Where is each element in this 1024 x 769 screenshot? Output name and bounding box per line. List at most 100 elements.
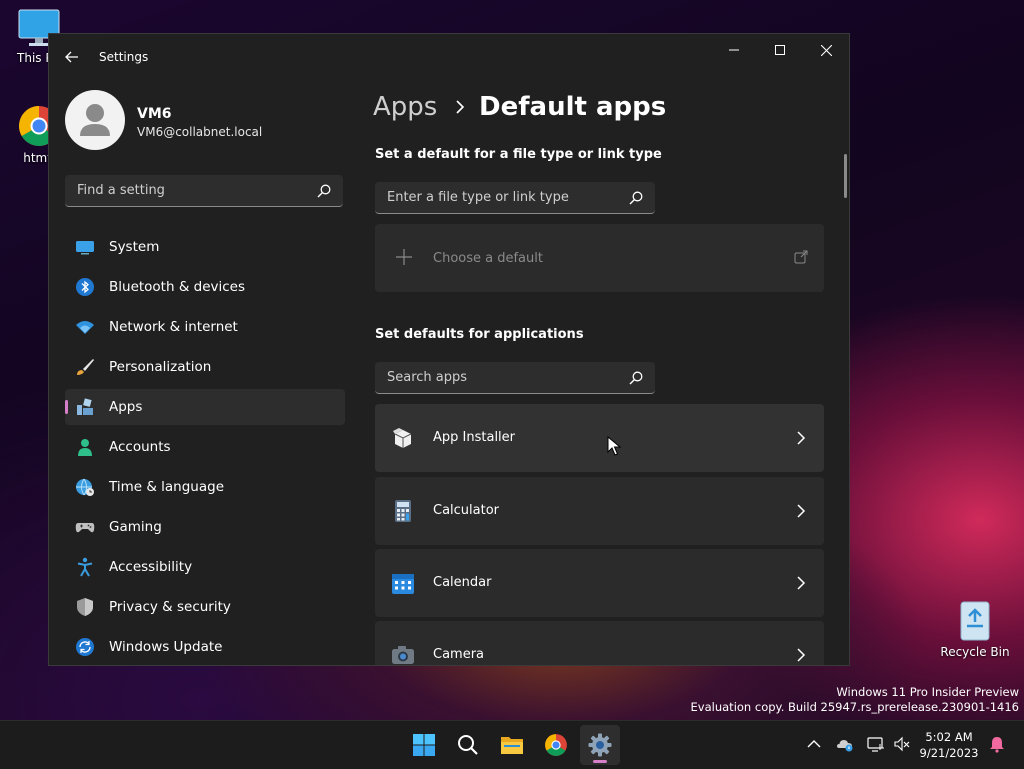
clock-date: 9/21/2023 xyxy=(919,746,979,760)
search-icon xyxy=(629,371,643,385)
minimize-icon xyxy=(729,49,739,51)
chevron-up-icon[interactable] xyxy=(805,735,823,753)
chevron-right-icon xyxy=(797,504,806,518)
close-button[interactable] xyxy=(803,34,849,66)
maximize-button[interactable] xyxy=(757,34,803,66)
network-icon[interactable] xyxy=(867,735,885,753)
search-input[interactable] xyxy=(75,182,309,199)
find-setting-box[interactable] xyxy=(65,175,343,207)
apps-section-heading: Set defaults for applications xyxy=(375,327,584,342)
search-icon xyxy=(317,184,331,198)
calendar-icon xyxy=(392,574,414,594)
sidebar-item-label: Bluetooth & devices xyxy=(109,279,246,295)
recycle-bin-icon xyxy=(960,601,990,641)
app-row-calculator[interactable]: Calculator xyxy=(375,477,824,545)
breadcrumb-parent[interactable]: Apps xyxy=(373,92,437,122)
sidebar-item-label: Network & internet xyxy=(109,319,238,335)
sidebar-item-label: Apps xyxy=(109,399,143,415)
desktop-icon-label: Recycle Bin xyxy=(940,645,1010,659)
content-scrollbar[interactable] xyxy=(844,154,847,198)
chevron-right-icon xyxy=(797,576,806,590)
profile-email: VM6@collabnet.local xyxy=(137,125,263,139)
sidebar-item-personalization[interactable]: Personalization xyxy=(65,349,345,385)
mouse-cursor-icon xyxy=(607,436,621,456)
app-row-calendar[interactable]: Calendar xyxy=(375,549,824,617)
sidebar-item-label: Accounts xyxy=(109,439,171,455)
sidebar-item-label: Time & language xyxy=(109,479,225,495)
back-button[interactable] xyxy=(59,44,85,70)
sidebar-item-label: System xyxy=(109,239,160,255)
calculator-icon xyxy=(395,500,411,522)
app-row-app-installer[interactable]: App Installer xyxy=(375,404,824,472)
app-name: Calendar xyxy=(433,575,492,590)
gear-icon xyxy=(588,733,612,757)
chrome-taskbar-button[interactable] xyxy=(536,725,576,765)
sidebar-item-label: Gaming xyxy=(109,519,162,535)
notification-bell-icon[interactable] xyxy=(988,735,1006,753)
search-icon xyxy=(458,735,478,755)
arrow-left-icon xyxy=(65,51,78,63)
watermark-line: Evaluation copy. Build 25947.rs_prerelea… xyxy=(690,700,1019,714)
plus-icon xyxy=(396,249,412,265)
globe-clock-icon xyxy=(76,478,94,496)
apps-icon xyxy=(77,398,93,415)
windows-logo-icon xyxy=(413,734,435,756)
evaluation-watermark: Windows 11 Pro Insider Preview Evaluatio… xyxy=(691,685,1019,715)
settings-window: Settings VM6 VM6@collabnet.local System xyxy=(48,33,850,666)
sidebar-item-accounts[interactable]: Accounts xyxy=(65,429,345,465)
open-external-icon xyxy=(794,250,808,264)
app-row-camera[interactable]: Camera xyxy=(375,621,824,665)
sidebar-item-gaming[interactable]: Gaming xyxy=(65,509,345,545)
chevron-right-icon xyxy=(797,648,806,662)
sidebar-item-privacy[interactable]: Privacy & security xyxy=(65,589,345,625)
profile-name: VM6 xyxy=(137,106,172,122)
app-name: App Installer xyxy=(433,430,516,445)
bluetooth-icon xyxy=(76,278,94,296)
sidebar-item-label: Accessibility xyxy=(109,559,193,575)
sidebar-item-time-language[interactable]: Time & language xyxy=(65,469,345,505)
sidebar-item-bluetooth[interactable]: Bluetooth & devices xyxy=(65,269,345,305)
onedrive-icon[interactable] xyxy=(836,735,854,753)
taskbar-search-button[interactable] xyxy=(448,725,488,765)
sidebar-item-windows-update[interactable]: Windows Update xyxy=(65,629,345,665)
apps-search-box[interactable] xyxy=(375,362,655,394)
person-icon xyxy=(78,439,92,456)
page-title: Default apps xyxy=(479,92,667,122)
minimize-button[interactable] xyxy=(711,34,757,66)
person-silhouette-icon xyxy=(80,104,110,136)
filetype-heading: Set a default for a file type or link ty… xyxy=(375,147,662,162)
maximize-icon xyxy=(775,45,785,55)
watermark-line: Windows 11 Pro Insider Preview xyxy=(836,685,1019,699)
sidebar-item-label: Windows Update xyxy=(109,639,223,655)
folder-icon xyxy=(501,737,523,754)
sidebar-item-network[interactable]: Network & internet xyxy=(65,309,345,345)
monitor-icon xyxy=(76,241,94,255)
title-bar[interactable]: Settings xyxy=(49,34,849,80)
settings-taskbar-button[interactable] xyxy=(580,725,620,765)
file-explorer-button[interactable] xyxy=(492,725,532,765)
chevron-right-icon xyxy=(456,100,465,114)
avatar[interactable] xyxy=(65,90,125,150)
sidebar-item-accessibility[interactable]: Accessibility xyxy=(65,549,345,585)
taskbar: 5:02 AM 9/21/2023 xyxy=(0,720,1024,769)
taskbar-clock[interactable]: 5:02 AM 9/21/2023 xyxy=(916,729,982,761)
start-button[interactable] xyxy=(404,725,444,765)
filetype-search-box[interactable] xyxy=(375,182,655,214)
sidebar-item-system[interactable]: System xyxy=(65,229,345,265)
brush-icon xyxy=(77,359,94,375)
shield-icon xyxy=(77,598,93,616)
window-title: Settings xyxy=(99,50,149,64)
filetype-search-input[interactable] xyxy=(385,189,619,206)
camera-icon xyxy=(392,646,414,664)
choose-default-card[interactable]: Choose a default xyxy=(375,224,824,292)
gamepad-icon xyxy=(75,523,95,533)
sidebar-item-apps[interactable]: Apps xyxy=(65,389,345,425)
desktop-icon-recycle-bin[interactable]: Recycle Bin xyxy=(940,596,1010,659)
choose-default-label: Choose a default xyxy=(433,251,543,266)
volume-muted-icon[interactable] xyxy=(893,735,911,753)
wifi-icon xyxy=(76,321,94,334)
update-icon xyxy=(76,638,94,656)
apps-search-input[interactable] xyxy=(385,369,619,386)
chevron-right-icon xyxy=(797,431,806,445)
accessibility-icon xyxy=(77,557,93,577)
